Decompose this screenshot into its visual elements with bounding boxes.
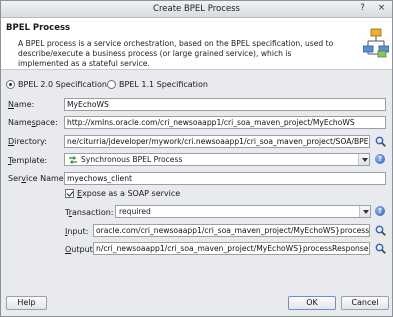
transaction-select[interactable]: required xyxy=(115,205,371,218)
namespace-label: Namespace: xyxy=(8,118,58,127)
output-browse-search-icon[interactable] xyxy=(375,243,386,254)
synchronous-process-icon xyxy=(69,156,77,164)
output-label: Output: xyxy=(65,245,96,254)
chevron-down-icon[interactable] xyxy=(359,206,370,217)
input-browse-search-icon[interactable] xyxy=(375,225,386,236)
template-select[interactable]: Synchronous BPEL Process xyxy=(64,153,370,166)
directory-input[interactable]: ne/citurria/jdeveloper/mywork/cri.newsoa… xyxy=(64,135,370,148)
bpel-11-radio[interactable]: BPEL 1.1 Specification xyxy=(107,79,208,90)
chevron-down-icon[interactable] xyxy=(358,154,369,165)
window-title: Create BPEL Process xyxy=(153,4,240,14)
template-label: Template: xyxy=(8,156,48,165)
bpel-11-label: BPEL 1.1 Specification xyxy=(119,80,208,89)
output-message-field[interactable]: n/cri_newsoaapp1/cri_soa_maven_project/M… xyxy=(93,242,370,255)
name-input[interactable]: MyEchoWS xyxy=(64,98,386,111)
expose-soap-checkbox[interactable] xyxy=(65,189,74,198)
title-bar[interactable]: Create BPEL Process ? × xyxy=(1,1,392,18)
transaction-help-icon[interactable]: ? xyxy=(375,206,385,216)
window-help-button[interactable]: ? xyxy=(357,3,368,14)
directory-browse-search-icon[interactable] xyxy=(375,136,386,147)
ok-button[interactable]: OK xyxy=(288,296,336,310)
bpel-20-label: BPEL 2.0 Specification xyxy=(18,80,107,89)
bpel-process-icon xyxy=(363,28,389,58)
transaction-selected-value: required xyxy=(119,207,151,216)
header-title: BPEL Process xyxy=(6,23,71,33)
dialog-header: BPEL Process A BPEL process is a service… xyxy=(1,18,392,70)
radio-unselected-indicator xyxy=(107,80,116,89)
directory-label: Directory: xyxy=(8,137,47,146)
service-name-label: Service Name: xyxy=(8,174,67,183)
help-button[interactable]: Help xyxy=(6,296,47,310)
template-help-icon[interactable]: ? xyxy=(375,154,385,164)
service-name-input[interactable]: myechows_client xyxy=(64,172,386,185)
header-description: A BPEL process is a service orchestratio… xyxy=(18,39,334,68)
create-bpel-process-dialog: Create BPEL Process ? × BPEL Process A B… xyxy=(0,0,393,317)
input-label: Input: xyxy=(65,227,89,236)
cancel-button[interactable]: Cancel xyxy=(341,296,389,310)
window-close-button[interactable]: × xyxy=(376,3,387,14)
expose-soap-label: Expose as a SOAP service xyxy=(77,189,181,198)
transaction-label: Transaction: xyxy=(65,208,114,217)
input-message-field[interactable]: oracle.com/cri_newsoaapp1/cri_soa_maven_… xyxy=(93,224,370,237)
template-selected-value: Synchronous BPEL Process xyxy=(81,155,183,164)
name-label: Name: xyxy=(8,100,35,109)
radio-selected-indicator xyxy=(6,80,15,89)
bpel-20-radio[interactable]: BPEL 2.0 Specification xyxy=(6,79,107,90)
namespace-input[interactable]: http://xmlns.oracle.com/cri_newsoaapp1/c… xyxy=(64,116,386,129)
